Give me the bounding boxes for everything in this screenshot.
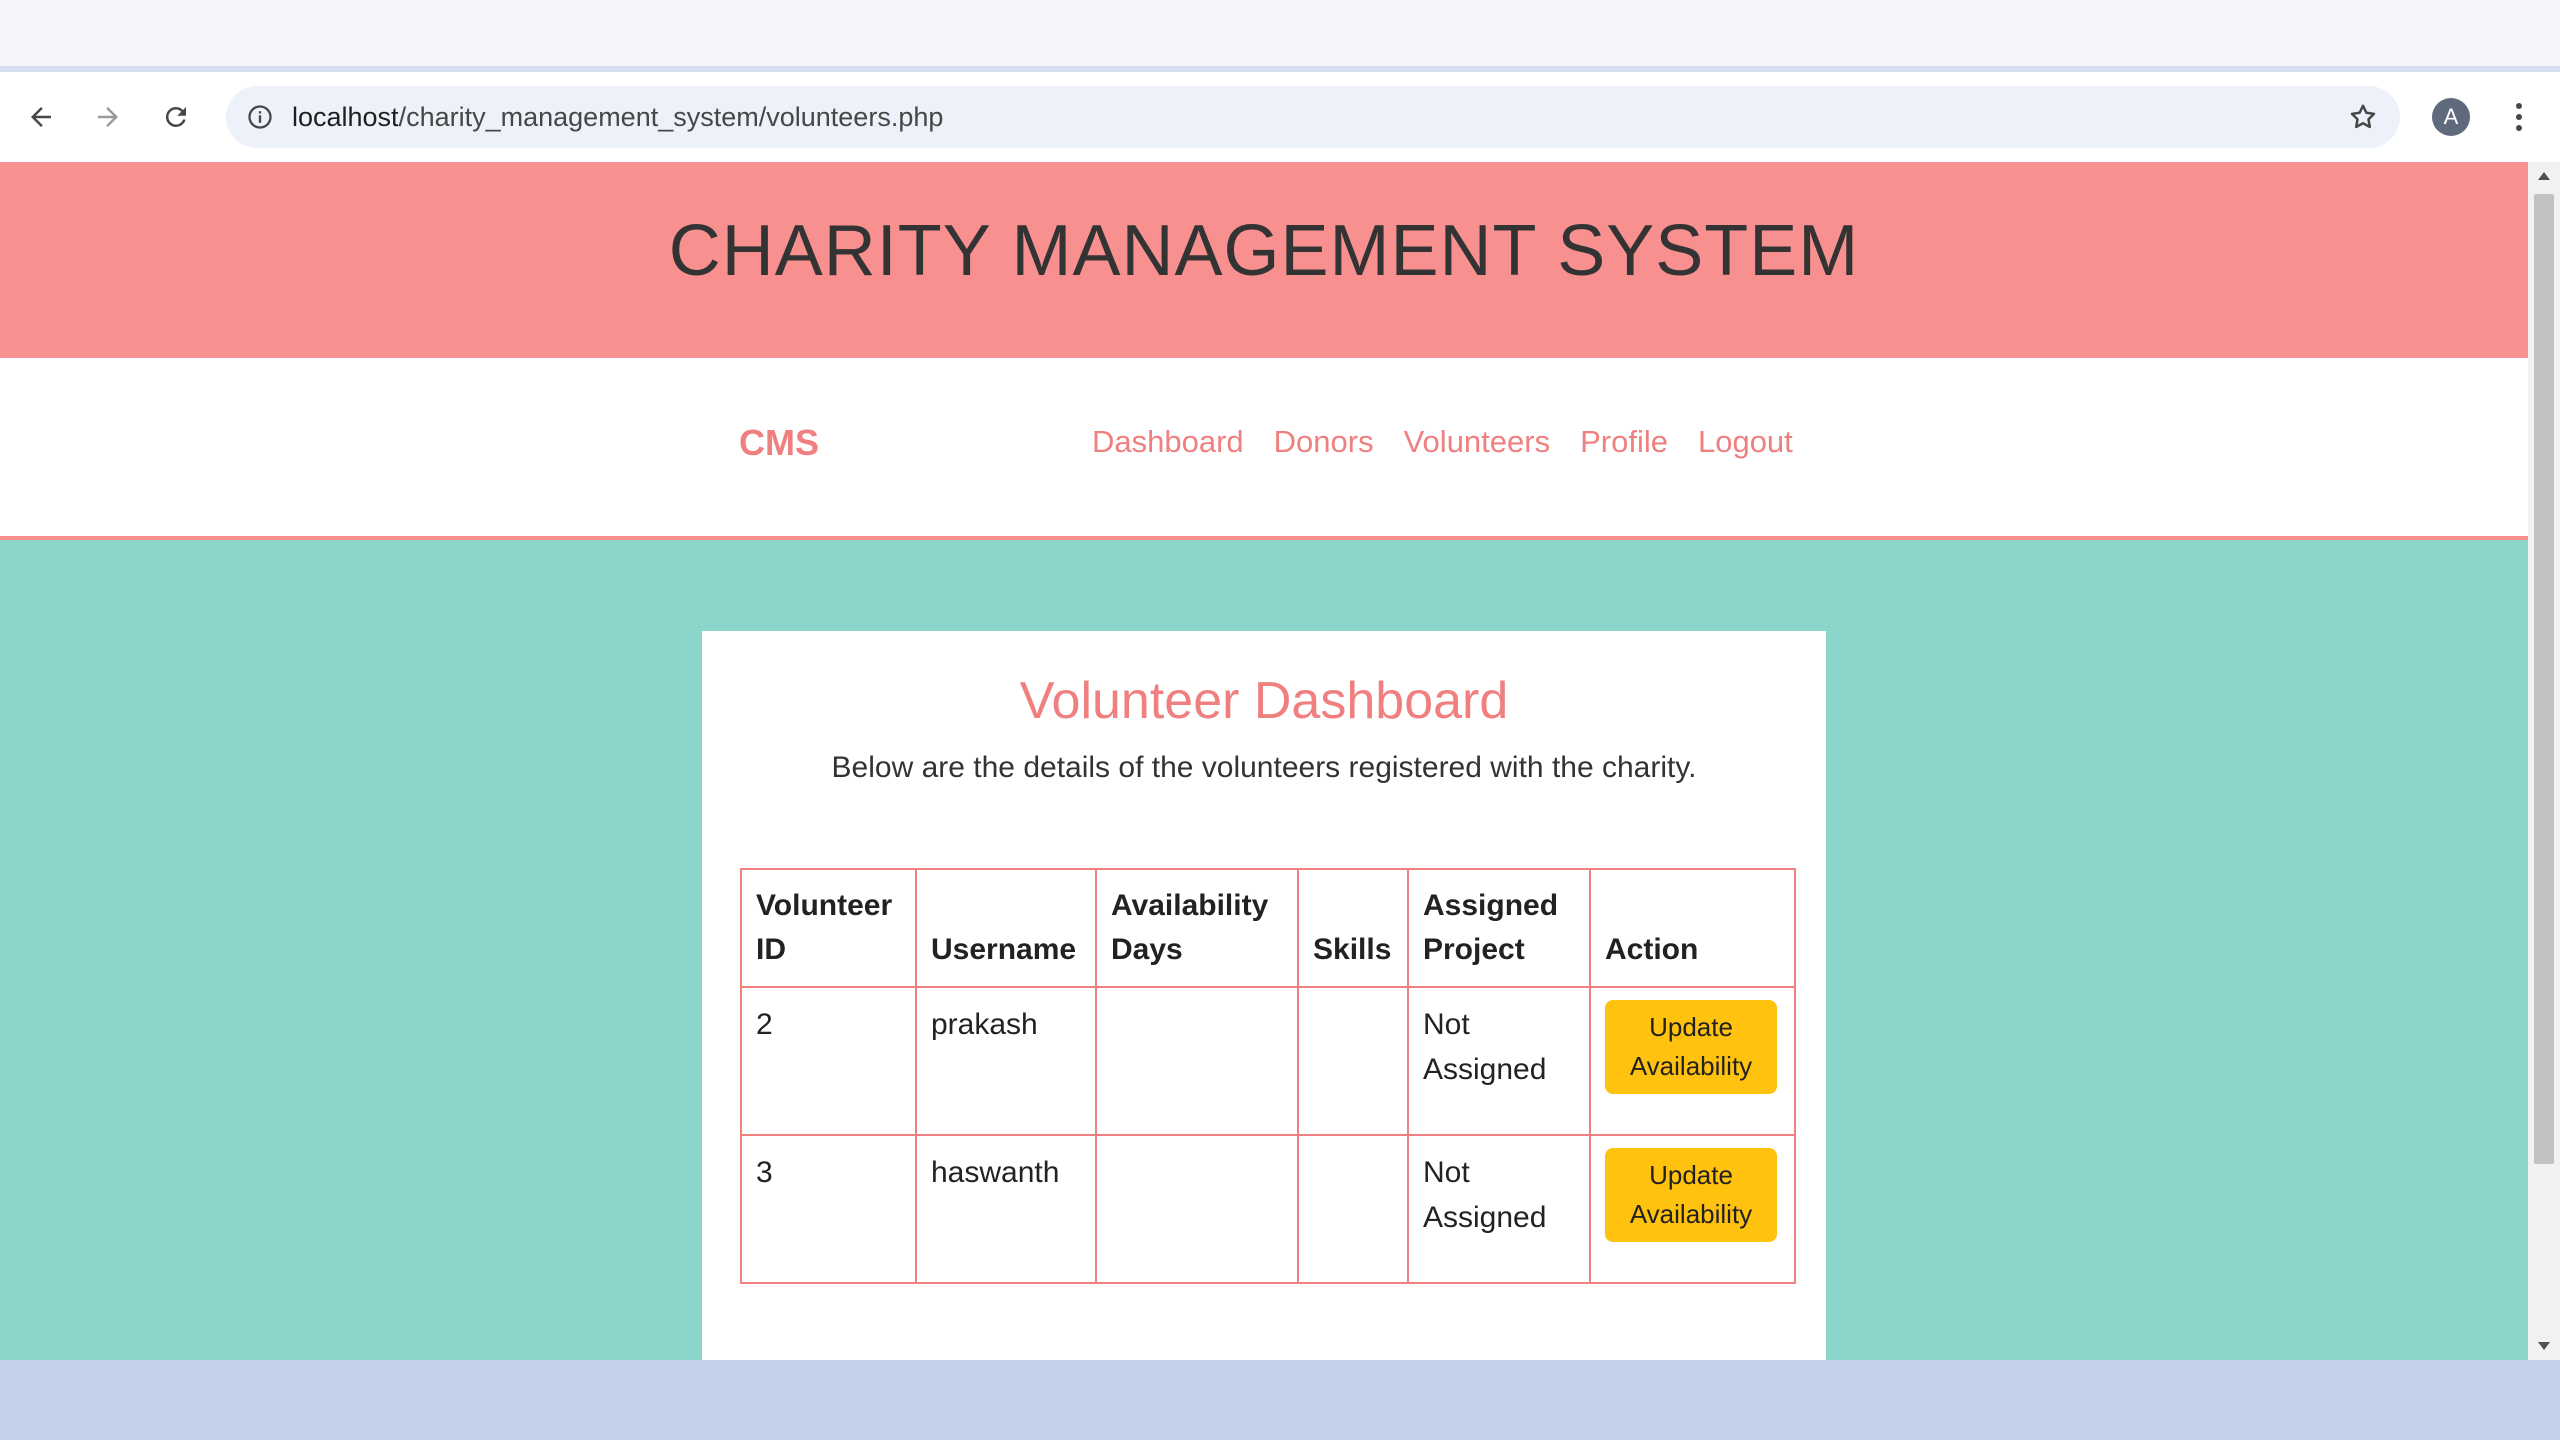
update-availability-button[interactable]: Update Availability: [1605, 1148, 1777, 1242]
table-row: 3 haswanth Not Assigned Update Availabilit…: [740, 1134, 1796, 1284]
nav-dashboard[interactable]: Dashboard: [1092, 424, 1244, 460]
browser-toolbar: localhost/charity_management_system/volu…: [0, 72, 2560, 162]
cell-action: Update Availability: [1589, 986, 1796, 1136]
col-label: Volunteer: [756, 889, 893, 922]
button-label: Update: [1649, 1160, 1733, 1190]
button-label: Update: [1649, 1012, 1733, 1042]
nav-volunteers[interactable]: Volunteers: [1404, 424, 1551, 460]
button-label: Availability: [1629, 1199, 1753, 1229]
cell-username: haswanth: [915, 1134, 1097, 1284]
forward-button[interactable]: [85, 94, 131, 140]
reload-button[interactable]: [153, 94, 199, 140]
site-title: CHARITY MANAGEMENT SYSTEM: [668, 211, 1860, 291]
col-label: Skills: [1313, 933, 1392, 966]
table-header-row: Volunteer ID Username Availability Days Sk…: [740, 868, 1796, 988]
col-availability-days: Availability Days: [1095, 868, 1299, 988]
page-viewport: CHARITY MANAGEMENT SYSTEM CMS Dashboard …: [0, 162, 2560, 1360]
url-host: localhost: [292, 102, 399, 132]
volunteers-table: Volunteer ID Username Availability Days Sk…: [740, 868, 1796, 1284]
nav-logout[interactable]: Logout: [1698, 424, 1793, 460]
profile-avatar[interactable]: A: [2432, 98, 2470, 136]
scroll-up-arrow-icon[interactable]: [2528, 162, 2560, 190]
col-username: Username: [915, 868, 1097, 988]
url-text[interactable]: localhost/charity_management_system/volu…: [292, 86, 943, 148]
project-text: Not: [1423, 1008, 1470, 1041]
site-info-icon[interactable]: [242, 99, 278, 135]
col-skills: Skills: [1297, 868, 1409, 988]
address-bar[interactable]: localhost/charity_management_system/volu…: [226, 86, 2400, 148]
reload-icon: [165, 106, 186, 127]
col-assigned-project: Assigned Project: [1407, 868, 1591, 988]
col-label: Assigned: [1423, 889, 1559, 922]
col-label: Action: [1605, 933, 1699, 966]
volunteer-dashboard-card: Volunteer Dashboard Below are the detail…: [702, 631, 1826, 1360]
cell-skills: [1297, 1134, 1409, 1284]
cell-volunteer-id: 3: [740, 1134, 917, 1284]
back-button[interactable]: [18, 94, 64, 140]
arrow-left-icon: [31, 107, 51, 127]
table-row: 2 prakash Not Assigned Update Availability: [740, 986, 1796, 1136]
cell-availability: [1095, 1134, 1299, 1284]
bookmark-star-icon[interactable]: [2344, 98, 2382, 136]
cell-volunteer-id: 2: [740, 986, 917, 1136]
scroll-down-arrow-icon[interactable]: [2528, 1332, 2560, 1360]
nav-links: Dashboard Donors Volunteers Profile Logo…: [1092, 424, 1793, 460]
col-label: Username: [931, 933, 1077, 966]
cell-project: Not Assigned: [1407, 1134, 1591, 1284]
col-label: Project: [1423, 933, 1525, 966]
cell-action: Update Availability: [1589, 1134, 1796, 1284]
nav-profile[interactable]: Profile: [1580, 424, 1668, 460]
tab-strip: [0, 0, 2560, 70]
cell-project: Not Assigned: [1407, 986, 1591, 1136]
arrow-right-icon: [98, 107, 118, 127]
browser-menu-icon[interactable]: [2504, 96, 2534, 138]
brand-logo[interactable]: CMS: [739, 422, 819, 464]
scrollbar-thumb[interactable]: [2534, 194, 2554, 1164]
col-volunteer-id: Volunteer ID: [740, 868, 917, 988]
col-label: Availability: [1111, 889, 1269, 922]
col-label: ID: [756, 933, 786, 966]
project-text: Assigned: [1423, 1201, 1547, 1234]
site-navbar: CMS Dashboard Donors Volunteers Profile …: [0, 358, 2528, 540]
col-label: Days: [1111, 933, 1183, 966]
col-action: Action: [1589, 868, 1796, 988]
page-scrollbar[interactable]: [2528, 162, 2560, 1360]
nav-donors[interactable]: Donors: [1274, 424, 1374, 460]
cell-skills: [1297, 986, 1409, 1136]
cell-username: prakash: [915, 986, 1097, 1136]
project-text: Not: [1423, 1156, 1470, 1189]
dashboard-title: Volunteer Dashboard: [1019, 672, 1509, 730]
site-header: CHARITY MANAGEMENT SYSTEM: [0, 162, 2528, 358]
update-availability-button[interactable]: Update Availability: [1605, 1000, 1777, 1094]
cell-availability: [1095, 986, 1299, 1136]
button-label: Availability: [1629, 1051, 1753, 1081]
project-text: Assigned: [1423, 1053, 1547, 1086]
dashboard-description: Below are the details of the volunteers …: [831, 751, 1697, 784]
url-path: /charity_management_system/volunteers.ph…: [398, 102, 944, 132]
